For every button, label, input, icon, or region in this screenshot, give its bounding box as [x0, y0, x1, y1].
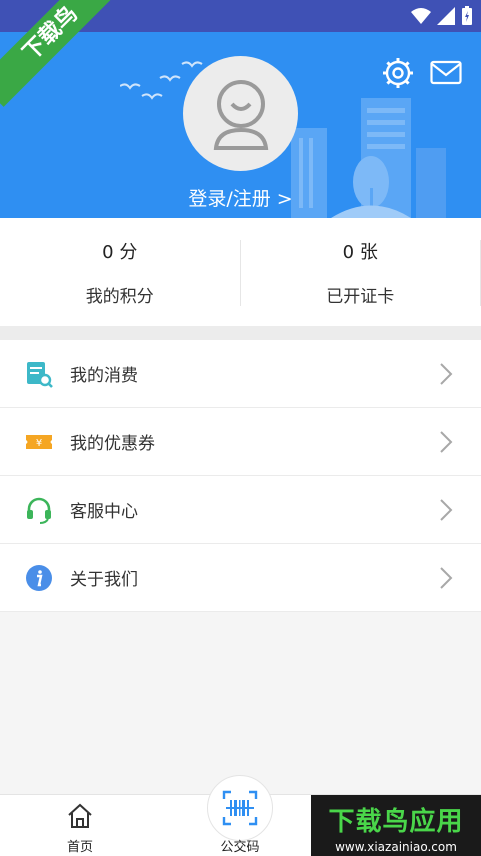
- menu-label-about: 关于我们: [70, 570, 138, 590]
- status-icons: [411, 6, 473, 26]
- chevron-right-icon: [440, 363, 453, 385]
- coupon-icon: ¥: [24, 427, 54, 457]
- battery-icon: [462, 6, 472, 25]
- tab-bus-code-label: 公交码: [220, 840, 260, 855]
- cards-stat[interactable]: 0 张 已开证卡: [241, 218, 481, 326]
- signal-icon: [437, 7, 455, 25]
- points-value: 0 分: [102, 241, 138, 263]
- cards-label: 已开证卡: [326, 286, 395, 307]
- stats-panel: 0 分 我的积分 0 张 已开证卡: [0, 218, 481, 326]
- points-stat[interactable]: 0 分 我的积分: [0, 218, 240, 326]
- watermark-badge: 下载鸟应用 www.xiazainiao.com: [311, 795, 481, 856]
- menu-label-consumption: 我的消费: [70, 366, 138, 386]
- tab-bus-code[interactable]: [207, 775, 273, 841]
- cards-value: 0 张: [342, 241, 378, 263]
- points-label: 我的积分: [85, 286, 154, 307]
- watermark-url: www.xiazainiao.com: [335, 840, 457, 854]
- mail-icon[interactable]: [430, 60, 462, 86]
- login-register-link[interactable]: 登录/注册 >: [0, 184, 481, 211]
- tab-home-label: 首页: [66, 840, 93, 855]
- chevron-right-icon: [440, 431, 453, 453]
- menu-item-customer-service[interactable]: 客服中心: [0, 476, 481, 544]
- chevron-right-icon: [440, 499, 453, 521]
- menu-item-about[interactable]: 关于我们: [0, 544, 481, 612]
- avatar[interactable]: [183, 56, 298, 171]
- menu-item-consumption[interactable]: 我的消费: [0, 340, 481, 408]
- watermark-title: 下载鸟应用: [328, 807, 464, 837]
- barcode-scan-icon: [222, 790, 258, 826]
- tab-home[interactable]: 首页: [35, 795, 125, 856]
- info-icon: [24, 563, 54, 593]
- chevron-right-icon: [440, 567, 453, 589]
- profile-header: 登录/注册 >: [0, 32, 481, 218]
- menu-label-coupons: 我的优惠券: [70, 434, 155, 454]
- headset-icon: [24, 495, 54, 525]
- section-gap: [0, 326, 481, 340]
- svg-text:¥: ¥: [36, 438, 42, 449]
- settings-icon[interactable]: [381, 56, 415, 90]
- avatar-icon: [213, 79, 268, 150]
- menu-list: 我的消费 ¥ 我的优惠券 客服中心 关于我们: [0, 340, 481, 612]
- home-icon: [68, 803, 92, 828]
- receipt-icon: [24, 359, 54, 389]
- wifi-icon: [411, 8, 431, 24]
- menu-item-coupons[interactable]: ¥ 我的优惠券: [0, 408, 481, 476]
- menu-label-customer-service: 客服中心: [70, 502, 138, 522]
